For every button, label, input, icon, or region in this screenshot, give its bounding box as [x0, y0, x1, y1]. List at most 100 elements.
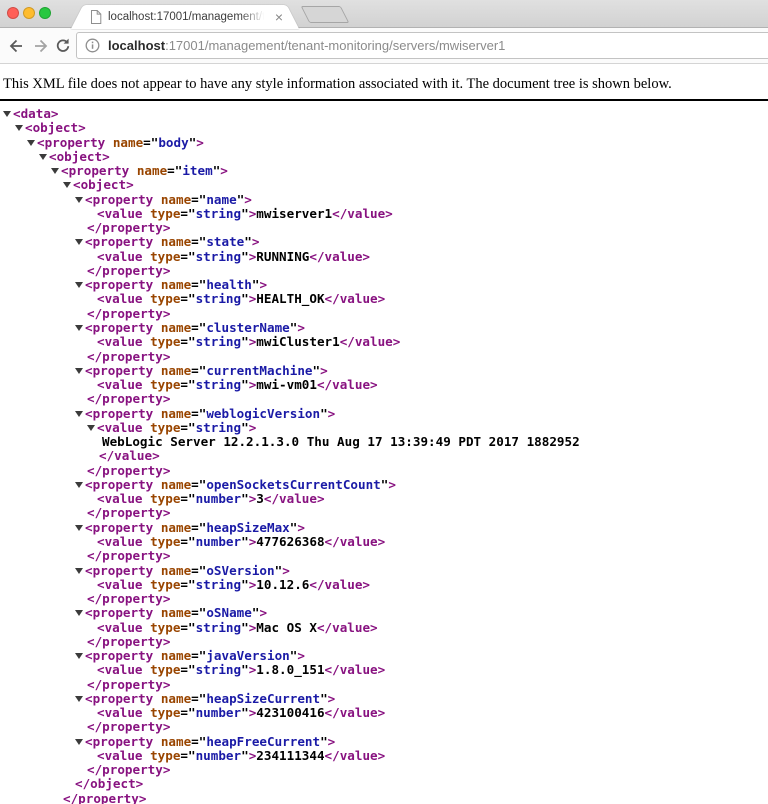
reload-button[interactable] — [54, 37, 72, 55]
collapse-arrow-icon[interactable] — [63, 179, 73, 189]
xml-token: </property> — [87, 719, 170, 734]
collapse-arrow-icon[interactable] — [75, 565, 85, 575]
collapse-arrow-icon[interactable] — [39, 151, 49, 161]
xml-token: <property — [85, 277, 161, 292]
collapse-arrow-icon[interactable] — [75, 322, 85, 332]
collapse-arrow-icon[interactable] — [75, 279, 85, 289]
collapse-arrow-icon[interactable] — [75, 479, 85, 489]
xml-token: " — [320, 406, 328, 421]
collapse-arrow-icon[interactable] — [75, 650, 85, 660]
collapse-arrow-icon[interactable] — [75, 522, 85, 532]
collapse-arrow-icon[interactable] — [51, 165, 61, 175]
xml-token: " — [320, 691, 328, 706]
xml-token: =" — [180, 377, 195, 392]
xml-token: <data> — [13, 106, 59, 121]
xml-token: heapFreeCurrent — [206, 734, 320, 749]
xml-token: =" — [191, 477, 206, 492]
collapse-arrow-icon[interactable] — [75, 236, 85, 246]
xml-line: </property> — [0, 792, 768, 804]
xml-token: =" — [180, 534, 195, 549]
xml-token: " — [241, 662, 249, 677]
xml-token: <value — [97, 291, 150, 306]
xml-token: =" — [180, 491, 195, 506]
xml-token: </value> — [325, 662, 386, 677]
xml-line: <value type="string">HEALTH_OK</value> — [0, 292, 768, 306]
xml-token: <value — [97, 748, 150, 763]
xml-line: <value type="string">mwi-vm01</value> — [0, 378, 768, 392]
collapse-arrow-icon[interactable] — [75, 607, 85, 617]
xml-token: type — [150, 420, 180, 435]
window-minimize-button[interactable] — [23, 7, 35, 19]
xml-token: =" — [191, 734, 206, 749]
xml-token: > — [297, 520, 305, 535]
window-zoom-button[interactable] — [39, 7, 51, 19]
xml-token: number — [196, 534, 242, 549]
xml-token: <value — [97, 705, 150, 720]
xml-line: <value type="number">423100416</value> — [0, 706, 768, 720]
window-controls — [0, 0, 64, 28]
xml-token: > — [252, 234, 260, 249]
xml-token: 477626368 — [256, 534, 324, 549]
back-button[interactable] — [7, 37, 25, 55]
xml-line: <property name="javaVersion"> — [0, 649, 768, 663]
new-tab-button[interactable] — [301, 6, 350, 23]
xml-token: <value — [97, 577, 150, 592]
xml-token: string — [196, 291, 242, 306]
xml-token: name — [161, 477, 191, 492]
collapse-arrow-icon[interactable] — [75, 365, 85, 375]
xml-token: oSName — [206, 605, 252, 620]
xml-token: name — [161, 648, 191, 663]
xml-token: string — [196, 577, 242, 592]
xml-token: 3 — [256, 491, 264, 506]
xml-token: =" — [180, 705, 195, 720]
collapse-arrow-icon[interactable] — [87, 422, 97, 432]
xml-token: heapSizeCurrent — [206, 691, 320, 706]
browser-tab[interactable]: localhost:17001/management/t × — [75, 5, 295, 29]
xml-token: oSVersion — [206, 563, 274, 578]
xml-token: type — [150, 377, 180, 392]
xml-token: " — [241, 206, 249, 221]
xml-token: </property> — [87, 263, 170, 278]
xml-token: </property> — [87, 391, 170, 406]
collapse-arrow-icon[interactable] — [75, 736, 85, 746]
xml-token: > — [220, 163, 228, 178]
collapse-arrow-icon[interactable] — [75, 194, 85, 204]
xml-token: =" — [180, 291, 195, 306]
xml-token: =" — [180, 334, 195, 349]
xml-token: " — [241, 249, 249, 264]
xml-line: <property name="heapFreeCurrent"> — [0, 735, 768, 749]
collapse-arrow-icon[interactable] — [75, 408, 85, 418]
xml-token: name — [161, 520, 191, 535]
xml-token: <property — [37, 135, 113, 150]
tab-title: localhost:17001/management/t — [108, 11, 269, 23]
xml-token: > — [259, 605, 267, 620]
xml-token: name — [161, 605, 191, 620]
xml-line: <value type="string">mwiserver1</value> — [0, 207, 768, 221]
window-close-button[interactable] — [7, 7, 19, 19]
collapse-arrow-icon[interactable] — [75, 693, 85, 703]
xml-token: clusterName — [206, 320, 289, 335]
xml-token: name — [161, 563, 191, 578]
collapse-arrow-icon[interactable] — [3, 108, 13, 118]
xml-token: openSocketsCurrentCount — [206, 477, 380, 492]
address-bar[interactable]: localhost:17001/management/tenant-monito… — [76, 32, 768, 59]
collapse-arrow-icon[interactable] — [27, 137, 37, 147]
page-info-icon[interactable] — [85, 38, 100, 53]
xml-token: <property — [85, 734, 161, 749]
xml-line: </property> — [0, 506, 768, 520]
xml-token: </value> — [309, 249, 370, 264]
xml-token: =" — [191, 406, 206, 421]
xml-token: name — [161, 691, 191, 706]
xml-token: > — [388, 477, 396, 492]
forward-button[interactable] — [32, 37, 50, 55]
collapse-arrow-icon[interactable] — [15, 122, 25, 132]
xml-token: name — [161, 320, 191, 335]
xml-token: <property — [85, 477, 161, 492]
xml-line: </property> — [0, 464, 768, 478]
xml-token: string — [196, 334, 242, 349]
xml-token: name — [161, 734, 191, 749]
xml-token: =" — [191, 320, 206, 335]
tab-close-icon[interactable]: × — [275, 11, 283, 23]
xml-token: type — [150, 206, 180, 221]
xml-token: <object> — [25, 120, 86, 135]
